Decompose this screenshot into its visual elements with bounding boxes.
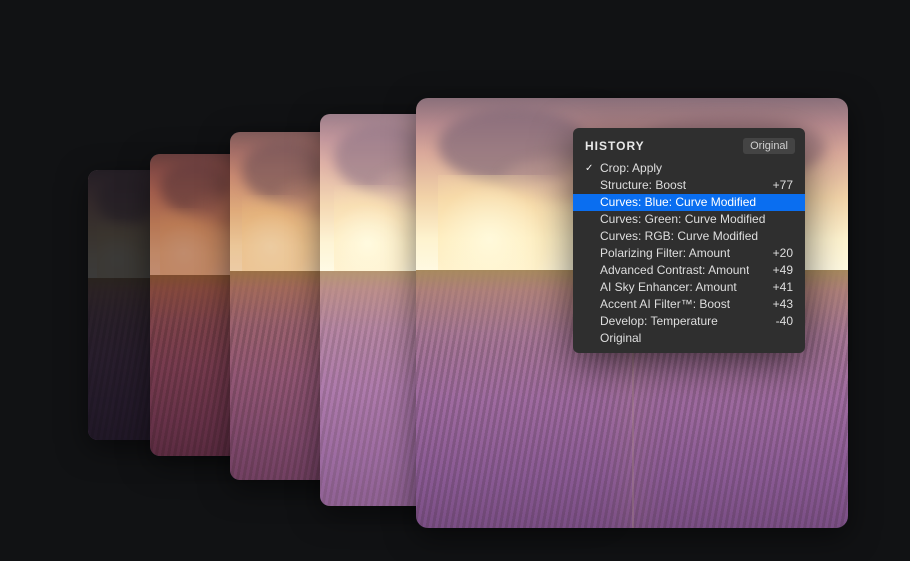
history-item[interactable]: Curves: Green: Curve Modified bbox=[573, 211, 805, 228]
history-item[interactable]: Accent AI Filter™: Boost +43 bbox=[573, 296, 805, 313]
history-item[interactable]: Structure: Boost +77 bbox=[573, 177, 805, 194]
check-icon: ✓ bbox=[585, 161, 596, 176]
history-item-label: Curves: Green: Curve Modified bbox=[600, 212, 765, 227]
history-item[interactable]: Curves: RGB: Curve Modified bbox=[573, 228, 805, 245]
history-item-value: +20 bbox=[765, 246, 793, 261]
original-button[interactable]: Original bbox=[743, 138, 795, 154]
history-item-label: Curves: RGB: Curve Modified bbox=[600, 229, 758, 244]
history-item[interactable]: Advanced Contrast: Amount +49 bbox=[573, 262, 805, 279]
history-header: HISTORY Original bbox=[573, 138, 805, 160]
history-item-label: Original bbox=[600, 331, 641, 346]
history-item-value: -40 bbox=[768, 314, 793, 329]
history-item-label: AI Sky Enhancer: Amount bbox=[600, 280, 737, 295]
history-item[interactable]: ✓ Crop: Apply bbox=[573, 160, 805, 177]
history-item-label: Accent AI Filter™: Boost bbox=[600, 297, 730, 312]
history-item-value: +49 bbox=[765, 263, 793, 278]
history-item-value: +41 bbox=[765, 280, 793, 295]
history-item-value: +43 bbox=[765, 297, 793, 312]
history-item-label: Curves: Blue: Curve Modified bbox=[600, 195, 756, 210]
history-item[interactable]: Develop: Temperature -40 bbox=[573, 313, 805, 330]
history-item[interactable]: Curves: Blue: Curve Modified bbox=[573, 194, 805, 211]
history-item[interactable]: AI Sky Enhancer: Amount +41 bbox=[573, 279, 805, 296]
history-panel: HISTORY Original ✓Crop: ApplyStructure: … bbox=[573, 128, 805, 353]
history-item-label: Advanced Contrast: Amount bbox=[600, 263, 749, 278]
history-item-label: Crop: Apply bbox=[600, 161, 662, 176]
history-item-label: Polarizing Filter: Amount bbox=[600, 246, 730, 261]
history-item-value: +77 bbox=[765, 178, 793, 193]
history-item[interactable]: Original bbox=[573, 330, 805, 347]
history-title: HISTORY bbox=[585, 139, 645, 153]
history-item-label: Develop: Temperature bbox=[600, 314, 718, 329]
history-list: ✓ Crop: Apply Structure: Boost +77 Curves: B… bbox=[573, 160, 805, 347]
history-item[interactable]: Polarizing Filter: Amount +20 bbox=[573, 245, 805, 262]
history-item-label: Structure: Boost bbox=[600, 178, 686, 193]
